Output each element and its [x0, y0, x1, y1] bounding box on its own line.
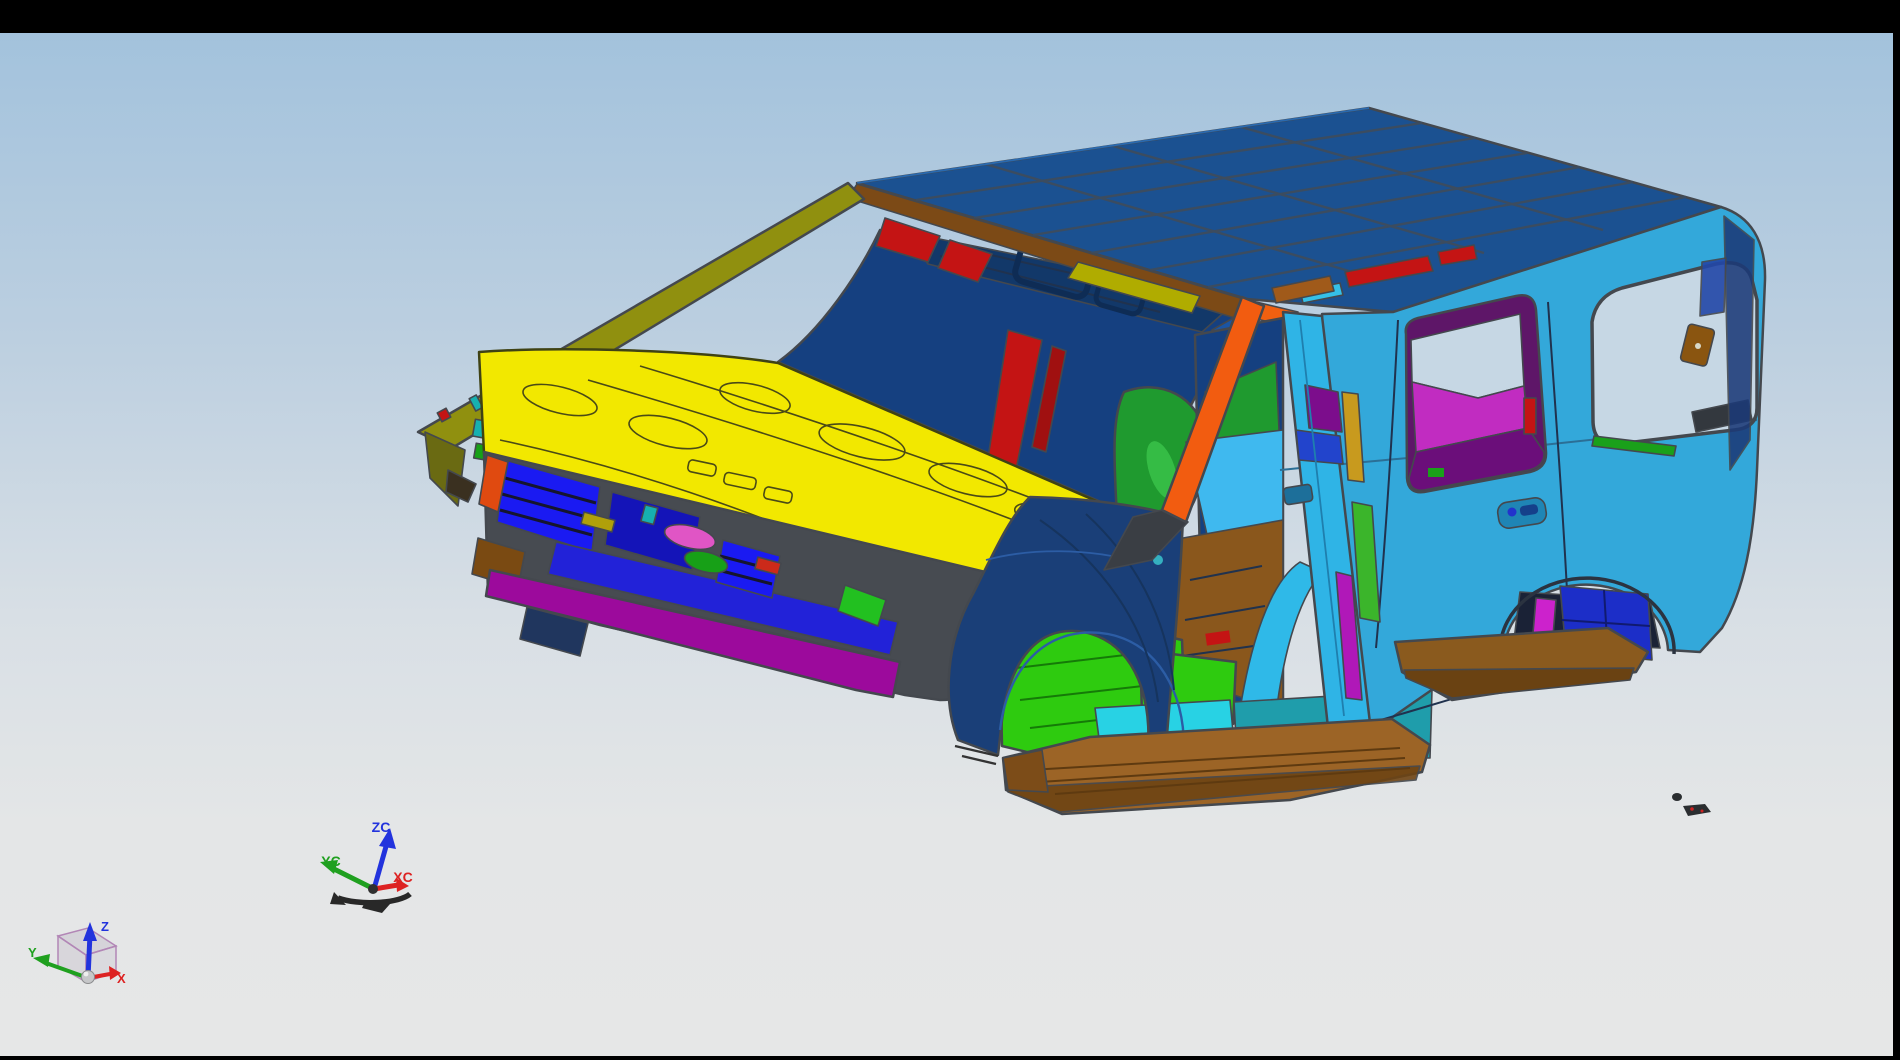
dpillar-blue-part	[1700, 258, 1726, 316]
board-end-cap	[1003, 750, 1048, 792]
striker-detail	[1283, 484, 1313, 505]
triad-y-label[interactable]: Y	[28, 945, 37, 960]
wcs-x-label[interactable]: XC	[393, 869, 412, 885]
window-red-part	[1524, 398, 1536, 434]
cad-application-window: ZC YC XC Z Y X	[0, 0, 1900, 1060]
debris-dot	[1672, 793, 1682, 801]
debris-red-speck	[1701, 810, 1704, 813]
triad-origin-sphere[interactable]	[82, 971, 95, 984]
handle-blue-part	[1508, 508, 1517, 517]
dpillar-navy-strip	[1724, 216, 1754, 470]
top-letterbox-bar	[0, 0, 1900, 33]
wcs-z-label[interactable]: ZC	[372, 819, 391, 835]
bottom-letterbox-bar	[0, 1056, 1900, 1060]
wcs-y-label[interactable]: YC	[321, 853, 340, 869]
sphere-highlight	[84, 972, 89, 977]
graphics-viewport[interactable]: ZC YC XC Z Y X	[0, 0, 1900, 1060]
window-green-part	[1428, 468, 1444, 477]
bracket-hole	[1695, 343, 1701, 349]
b-pillar-blue-part	[1296, 430, 1343, 464]
right-letterbox-bar	[1893, 0, 1900, 1060]
wcs-origin-knob[interactable]	[368, 884, 378, 894]
debris-red-speck	[1690, 807, 1694, 811]
triad-z-label[interactable]: Z	[101, 919, 109, 934]
triad-x-label[interactable]: X	[117, 971, 126, 986]
